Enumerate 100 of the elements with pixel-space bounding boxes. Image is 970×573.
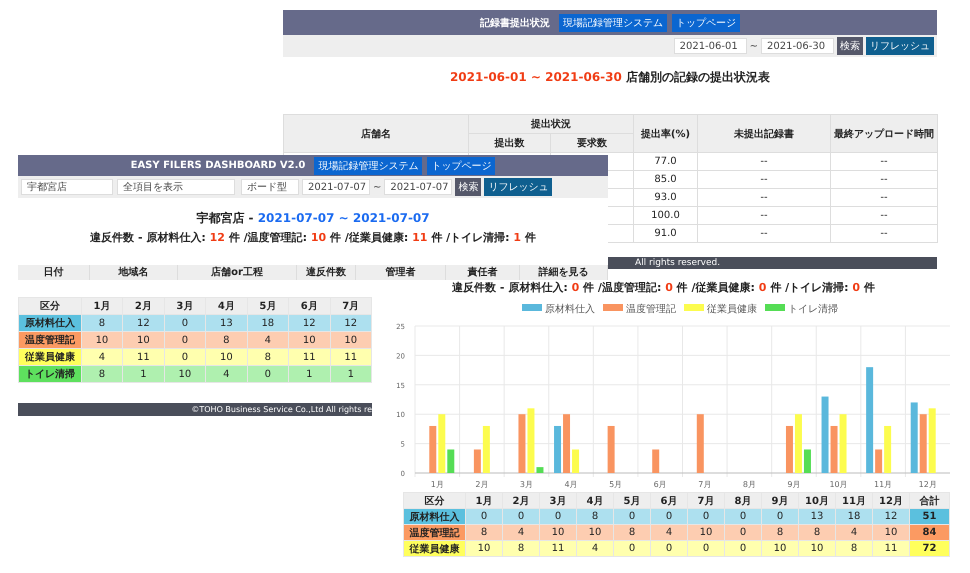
- table-cell: 0: [164, 348, 206, 366]
- search-button[interactable]: 検索: [837, 37, 863, 55]
- table-cell: 8: [502, 540, 540, 556]
- table-cell: 1: [330, 366, 372, 382]
- date-to-field[interactable]: 2021-06-30: [761, 38, 834, 54]
- nav-button[interactable]: トップページ: [672, 14, 740, 32]
- nav-button[interactable]: 現場記録管理システム: [559, 14, 667, 32]
- legend-item[interactable]: 従業員健康: [684, 304, 757, 315]
- legend-item[interactable]: 原材料仕入: [522, 304, 595, 315]
- table-cell: --: [830, 224, 938, 242]
- bar: [536, 467, 544, 473]
- legend-item[interactable]: 温度管理記: [603, 304, 676, 315]
- table-cell: 18: [247, 314, 289, 332]
- table-cell: 0: [724, 540, 762, 556]
- view-field[interactable]: ボード型: [241, 179, 299, 195]
- table-cell: 8: [466, 524, 502, 540]
- bar: [786, 426, 793, 473]
- violation-summary: 違反件数 - 原材料仕入: 12 件 /温度管理記: 10 件 /従業員健康: 11 件 /トイレ清掃: 1 件: [89, 230, 537, 245]
- bar: [875, 449, 882, 473]
- table-cell: 13: [206, 314, 248, 332]
- table-cell: 0: [540, 508, 576, 524]
- table-cell: 12: [330, 314, 372, 332]
- column-header: 地域名: [90, 265, 178, 280]
- table-cell: 8: [836, 540, 872, 556]
- table-cell: 0: [650, 540, 688, 556]
- column-header: 提出数: [468, 134, 550, 152]
- table-cell: 0: [247, 366, 289, 382]
- bar: [438, 414, 446, 473]
- table-cell: 93.0: [634, 188, 698, 206]
- column-header: 1月: [81, 298, 123, 314]
- total-cell: 84: [910, 524, 950, 540]
- row-label: 従業員健康: [24, 352, 75, 363]
- table-cell: --: [830, 188, 938, 206]
- table-cell: 0: [502, 508, 540, 524]
- nav-button[interactable]: 現場記録管理システム: [314, 156, 422, 174]
- column-header: 未提出記録書: [698, 114, 830, 152]
- legend-label: 従業員健康: [707, 303, 757, 315]
- table-cell: 8: [81, 366, 123, 382]
- bar: [920, 414, 927, 473]
- bar: [518, 414, 526, 473]
- bar: [554, 426, 562, 473]
- item-field[interactable]: 全項目を表示: [117, 179, 235, 195]
- column-header: 1月: [466, 492, 502, 508]
- bar: [652, 449, 660, 473]
- nav-button[interactable]: トップページ: [427, 156, 496, 174]
- x-tick-label: 8月: [742, 480, 756, 489]
- bar: [447, 449, 454, 473]
- table-cell: 10: [872, 524, 910, 540]
- refresh-button[interactable]: リフレッシュ: [484, 178, 552, 196]
- row-label: 原材料仕入: [24, 318, 75, 329]
- table-cell: 1: [288, 366, 330, 382]
- x-tick-label: 7月: [698, 480, 712, 489]
- window-title: 記録書提出状況: [480, 16, 550, 30]
- legend-item[interactable]: トイレ清掃: [765, 304, 838, 315]
- column-header: 12月: [872, 492, 910, 508]
- table-cell: 10: [762, 540, 798, 556]
- date-separator: ~: [750, 40, 758, 52]
- table-cell: 11: [288, 348, 330, 366]
- total-cell: 72: [910, 540, 950, 556]
- table-cell: 10: [81, 332, 123, 348]
- table-cell: 18: [836, 508, 872, 524]
- date-separator: ~: [373, 182, 382, 192]
- x-tick-label: 12月: [918, 480, 937, 489]
- report-heading: 2021-06-01 ~ 2021-06-30 店舗別の記録の提出状況表: [448, 69, 772, 86]
- table-cell: 11: [872, 540, 910, 556]
- table-cell: 8: [762, 524, 798, 540]
- table-cell: 4: [502, 524, 540, 540]
- table-cell: --: [830, 170, 938, 188]
- table-cell: 10: [122, 332, 164, 348]
- column-header: 4月: [576, 492, 614, 508]
- column-header: 2月: [122, 298, 164, 314]
- search-button[interactable]: 検索: [455, 178, 482, 196]
- table-cell: 0: [762, 508, 798, 524]
- date-from-field[interactable]: 2021-06-01: [674, 38, 747, 54]
- column-header: 違反件数: [297, 265, 356, 280]
- column-header: 区分: [18, 298, 82, 314]
- footer-text: All rights reserved.: [635, 258, 720, 268]
- row-label: トイレ清掃: [24, 369, 75, 380]
- column-header: 店舗名: [284, 114, 468, 152]
- table-cell: 1: [122, 366, 164, 382]
- column-header: 3月: [540, 492, 576, 508]
- table-cell: 12: [872, 508, 910, 524]
- date-from-field[interactable]: 2021-07-07: [302, 179, 370, 195]
- table-cell: 100.0: [634, 206, 698, 224]
- table-cell: --: [698, 188, 830, 206]
- table-cell: 10: [466, 540, 502, 556]
- store-field[interactable]: 宇都宮店: [21, 179, 113, 195]
- bar: [884, 426, 892, 473]
- table-cell: 4: [206, 366, 248, 382]
- table-cell: 4: [650, 524, 688, 540]
- table-cell: 10: [798, 540, 836, 556]
- table-cell: 0: [688, 540, 724, 556]
- legend-label: 原材料仕入: [545, 303, 595, 315]
- x-tick-label: 11月: [874, 480, 892, 489]
- date-to-field[interactable]: 2021-07-07: [384, 179, 452, 195]
- column-header: 6月: [650, 492, 688, 508]
- table-cell: --: [830, 206, 938, 224]
- bar: [928, 408, 936, 473]
- refresh-button[interactable]: リフレッシュ: [866, 37, 934, 55]
- x-tick-label: 10月: [829, 480, 848, 489]
